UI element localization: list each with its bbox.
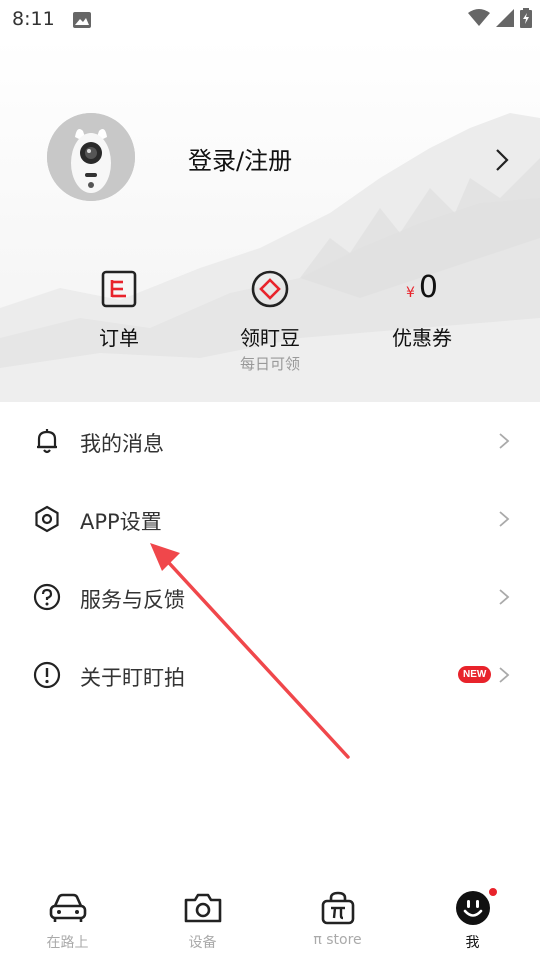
menu-item-messages[interactable]: 我的消息	[0, 402, 540, 480]
signal-icon	[496, 9, 514, 27]
tab-me[interactable]: 我	[405, 878, 540, 960]
menu-label-about: 关于盯盯拍	[80, 666, 185, 690]
tab-label: 在路上	[46, 935, 89, 951]
chevron-right-icon[interactable]	[494, 148, 510, 172]
chevron-right-icon	[499, 433, 510, 449]
shopping-bag-icon	[321, 891, 354, 925]
beans-label: 领盯豆	[240, 326, 300, 350]
tab-label: π store	[313, 932, 362, 948]
coupon-count: 0	[418, 270, 438, 305]
chevron-right-icon	[499, 511, 510, 527]
orders-button[interactable]: 订单	[54, 266, 184, 351]
image-notification-icon	[72, 11, 91, 28]
tab-label: 设备	[188, 935, 217, 951]
status-icons	[468, 8, 532, 28]
menu-item-app-settings[interactable]: APP设置	[0, 480, 540, 558]
battery-icon	[520, 8, 532, 28]
chevron-right-icon	[499, 589, 510, 605]
question-circle-icon	[33, 583, 61, 611]
exclamation-circle-icon	[33, 661, 61, 689]
orders-label: 订单	[99, 326, 139, 350]
order-list-icon	[101, 270, 137, 308]
login-register-link[interactable]: 登录/注册	[188, 141, 292, 176]
coupons-button[interactable]: ¥ 0 优惠券	[357, 266, 487, 351]
beans-sublabel: 每日可领	[239, 355, 300, 373]
menu-label-app-settings: APP设置	[80, 510, 162, 534]
status-time: 8:11	[12, 8, 55, 30]
claim-beans-button[interactable]: 领盯豆 每日可领	[205, 266, 335, 374]
camera-icon	[184, 893, 221, 923]
bean-coin-icon	[251, 270, 289, 308]
smiley-face-icon	[455, 891, 490, 925]
menu-item-service-feedback[interactable]: 服务与反馈	[0, 558, 540, 636]
menu-label-service-feedback: 服务与反馈	[80, 588, 185, 612]
bottom-navigation: 在路上 设备 π store 我	[0, 878, 540, 960]
settings-menu: 我的消息 APP设置 服务与反馈 关于盯盯拍 NEW	[0, 402, 540, 714]
chevron-right-icon	[499, 667, 510, 683]
tab-on-the-road[interactable]: 在路上	[0, 878, 135, 960]
hexagon-settings-icon	[35, 505, 59, 533]
profile-header: 登录/注册 订单 领盯豆 每日可领 ¥ 0 优惠券	[0, 38, 540, 402]
status-bar: 8:11	[0, 0, 540, 38]
tab-pi-store[interactable]: π store	[270, 878, 405, 960]
menu-label-messages: 我的消息	[80, 432, 164, 456]
bell-icon	[37, 429, 57, 454]
coupon-currency: ¥	[405, 285, 415, 301]
tab-devices[interactable]: 设备	[135, 878, 270, 960]
new-badge: NEW	[458, 666, 492, 683]
wifi-icon	[468, 9, 490, 26]
notification-dot	[489, 888, 497, 896]
menu-item-about[interactable]: 关于盯盯拍 NEW	[0, 636, 540, 714]
car-icon	[49, 893, 86, 922]
tab-label: 我	[465, 935, 480, 951]
avatar[interactable]	[47, 113, 135, 201]
coupons-label: 优惠券	[392, 326, 452, 350]
